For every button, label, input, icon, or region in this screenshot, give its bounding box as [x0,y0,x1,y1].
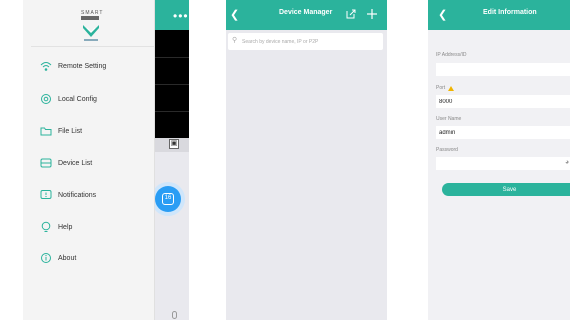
password-field[interactable] [436,157,570,170]
search-input[interactable] [242,35,380,48]
layout-icon: 16 [162,193,174,205]
username-field[interactable] [436,126,570,139]
page-title: Device Manager [279,9,333,16]
username-label-row: User Name [436,116,570,122]
search-icon: ⚲ [232,37,238,44]
field-label: IP Address/ID [436,52,467,58]
header-bar: ❮ Edit Information [428,0,570,30]
field-label: Password [436,147,458,153]
bulb-icon [41,221,51,232]
brand-logo-icon [83,25,99,37]
menu-item-label: Device List [58,159,93,167]
back-icon[interactable]: ❮ [230,8,239,21]
folder-icon [40,127,52,136]
menu-item-notifications[interactable]: Notifications [40,187,96,203]
menu-item-label: Notifications [58,191,97,199]
drawer-divider [31,46,155,47]
navigation-drawer: SMART Remote Setting Local Config File L… [23,0,155,320]
header-bar: ❮ Device Manager [226,0,387,30]
menu-item-label: File List [58,127,83,135]
port-field[interactable] [436,95,570,108]
field-label: User Name [436,116,462,122]
show-password-icon[interactable]: ◕ [565,159,569,166]
wifi-gear-icon [40,62,52,71]
brand-tagline [84,39,98,41]
menu-item-label: Local Config [58,95,97,103]
back-icon[interactable]: ❮ [438,8,447,21]
menu-item-help[interactable]: Help [40,219,72,235]
brand-wordmark [81,16,99,20]
floating-action-button[interactable]: 16 [155,186,181,212]
warning-icon [448,85,455,91]
edit-information-screen: ❮ Edit Information IP Address/ID Port Us… [428,0,570,320]
password-label-row: Password [436,147,570,153]
menu-item-label: Remote Setting [58,62,107,70]
more-icon[interactable]: ••• [173,9,189,23]
page-title: Edit Information [483,9,537,16]
save-button[interactable]: Save [442,183,570,196]
field-label: Port [436,85,570,91]
edit-icon[interactable] [346,9,356,19]
split-screen-icon[interactable]: ▣ [169,139,179,149]
device-list-icon [40,158,52,168]
add-icon[interactable] [366,8,378,20]
ip-address-field[interactable] [436,63,570,76]
menu-item-remote-setting[interactable]: Remote Setting [40,58,106,74]
device-manager-screen: ❮ Device Manager ⚲ [226,0,387,320]
side-menu-screen: ••• ▣ 16 SMART Remote Setting Local Conf… [23,0,189,320]
gear-icon [41,94,51,104]
menu-item-device-list[interactable]: Device List [40,155,92,171]
menu-item-about[interactable]: About [40,250,76,266]
search-bar[interactable]: ⚲ [228,33,383,50]
menu-item-label: Help [58,223,73,231]
info-icon [41,253,51,263]
menu-item-file-list[interactable]: File List [40,123,82,139]
port-label-row: Port [436,85,570,91]
menu-item-local-config[interactable]: Local Config [40,91,97,107]
menu-item-label: About [58,254,77,262]
notification-icon [40,190,52,199]
ip-address-label-row: IP Address/ID [436,52,570,58]
microphone-icon[interactable] [172,311,177,319]
field-label-text: Port [436,85,446,91]
